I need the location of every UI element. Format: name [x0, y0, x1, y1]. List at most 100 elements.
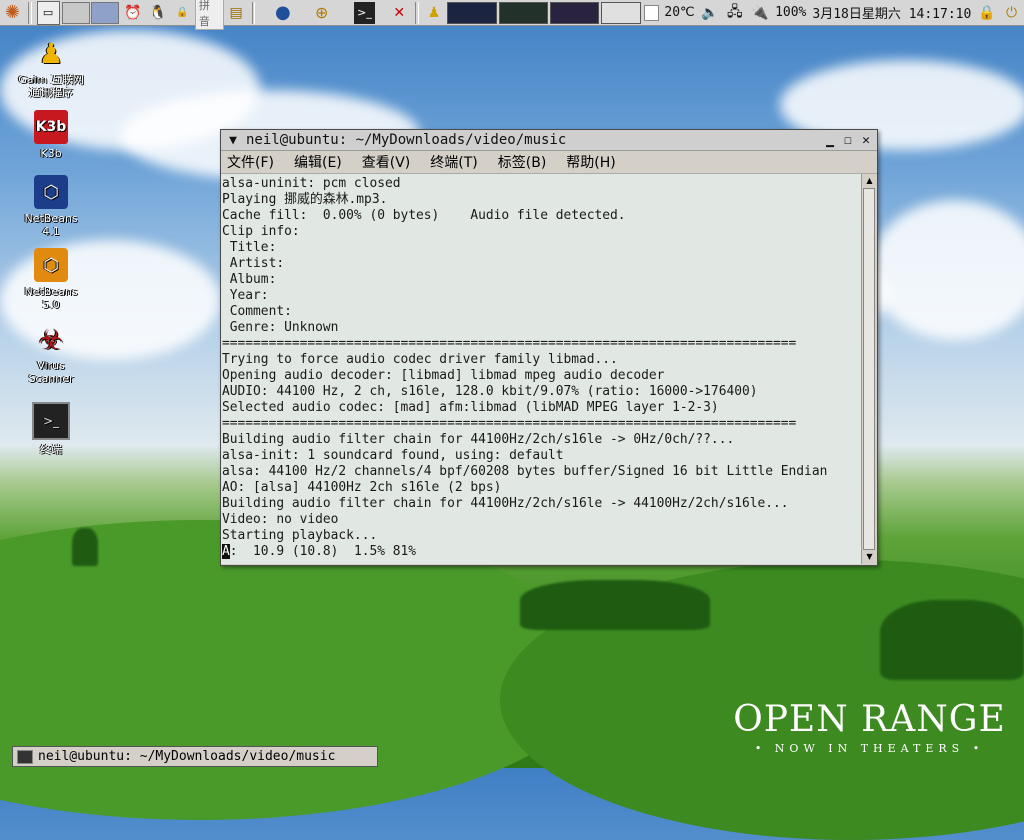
top-panel: ✺ ▭ ⏰ 🐧 🔒 拼音 ▤ ● ⊕ >_ ✕ ♟ 20℃ 🔈 🖧 🔌 100%…	[0, 0, 1024, 30]
terminal-line: AUDIO: 44100 Hz, 2 ch, s16le, 128.0 kbit…	[222, 384, 758, 399]
desktop-icon-label: Gaim 互联网 通讯程序	[18, 73, 84, 99]
maximize-icon[interactable]: ☐	[839, 132, 857, 148]
terminal-line: ========================================…	[222, 336, 797, 351]
clock[interactable]: 3月18日星期六 14:17:10	[809, 3, 974, 22]
power-plug-icon[interactable]: 🔌	[749, 2, 770, 24]
close-icon[interactable]: ✕	[857, 132, 875, 148]
scroll-thumb[interactable]	[863, 188, 875, 550]
terminal-launcher-icon[interactable]: >_	[354, 1, 375, 24]
terminal-line: Playing 挪威的森林.mp3.	[222, 192, 388, 207]
terminal-line: ========================================…	[222, 416, 797, 431]
playback-status-text: : 10.9 (10.8) 1.5% 81%	[229, 544, 417, 559]
show-desktop-icon[interactable]: ▭	[36, 0, 60, 25]
gaim-icon: ♟	[38, 36, 64, 70]
terminal-line: Clip info:	[222, 224, 300, 239]
menu-view[interactable]: 查看(V)	[362, 152, 411, 172]
terminal-line: alsa-init: 1 soundcard found, using: def…	[222, 448, 564, 463]
window-titlebar[interactable]: ▼ neil@ubuntu: ~/MyDownloads/video/music…	[221, 130, 877, 151]
menu-file[interactable]: 文件(F)	[227, 152, 274, 172]
menu-bar: 文件(F) 编辑(E) 查看(V) 终端(T) 标签(B) 帮助(H)	[221, 151, 877, 174]
promo-subtitle: • NOW IN THEATERS •	[754, 742, 985, 755]
desktop-icon-netbeans-4[interactable]: ⬡ NetBeans 4.1	[16, 175, 86, 238]
text-cursor: A	[222, 544, 230, 559]
terminal-line: Trying to force audio codec driver famil…	[222, 352, 618, 367]
hide-window-icon[interactable]: ✕	[389, 2, 410, 24]
load-monitor	[601, 1, 642, 24]
terminal-line: Opening audio decoder: [libmad] libmad m…	[222, 368, 665, 383]
terminal-line: Year:	[222, 288, 269, 303]
desktop-icon-netbeans-5[interactable]: ⬡ NetBeans 5.0	[16, 248, 86, 311]
wallpaper-promo: OPEN RANGE • NOW IN THEATERS •	[732, 699, 1007, 756]
cpu-monitor	[447, 1, 497, 24]
desktop-icon-label: NetBeans 4.1	[24, 212, 78, 238]
desktop-icon-gaim[interactable]: ♟ Gaim 互联网 通讯程序	[16, 36, 86, 99]
terminal-line: Video: no video	[222, 512, 339, 527]
terminal-window[interactable]: ▼ neil@ubuntu: ~/MyDownloads/video/music…	[220, 129, 878, 566]
volume-icon[interactable]: 🔈	[700, 2, 721, 24]
weather-icon[interactable]	[644, 4, 660, 21]
terminal-line: Comment:	[222, 304, 292, 319]
workspace-2[interactable]	[91, 1, 120, 24]
terminal-lines: alsa-uninit: pcm closed Playing 挪威的森林.mp3…	[221, 174, 861, 560]
terminal-line: Title:	[222, 240, 277, 255]
notes-icon[interactable]: ▤	[226, 2, 247, 24]
desktop-icon-label: K3b	[40, 147, 62, 160]
menu-edit[interactable]: 编辑(E)	[294, 152, 342, 172]
scroll-down-icon[interactable]: ▼	[862, 550, 877, 564]
virus-scanner-icon: ☣	[38, 322, 64, 356]
vertical-scrollbar[interactable]: ▲ ▼	[861, 174, 877, 564]
lock-small-icon: 🔒	[176, 7, 189, 18]
netbeans-icon: ⬡	[34, 248, 68, 282]
network-icon[interactable]: 🖧	[724, 2, 745, 24]
terminal-line: AO: [alsa] 44100Hz 2ch s16le (2 bps)	[222, 480, 502, 495]
taskbar-window-button[interactable]: neil@ubuntu: ~/MyDownloads/video/music	[12, 746, 378, 767]
panel-separator	[251, 1, 256, 24]
promo-title: OPEN RANGE	[733, 699, 1006, 740]
ubuntu-menu-icon[interactable]: ✺	[2, 2, 23, 24]
desktop-icon-k3b[interactable]: K3b K3b	[16, 110, 86, 160]
network-monitor	[549, 1, 600, 24]
menu-terminal[interactable]: 终端(T)	[430, 152, 477, 172]
terminal-line: Selected audio codec: [mad] afm:libmad (…	[222, 400, 719, 415]
compass-icon[interactable]: ⊕	[311, 2, 332, 24]
terminal-line: Building audio filter chain for 44100Hz/…	[222, 432, 735, 447]
desktop-icon-label: 终端	[40, 443, 62, 456]
penguin-icon[interactable]: 🐧	[147, 2, 168, 24]
k3b-icon: K3b	[34, 110, 68, 144]
alarm-clock-icon[interactable]: ⏰	[122, 2, 143, 24]
terminal-line: Artist:	[222, 256, 285, 271]
workspace-1[interactable]	[61, 1, 90, 24]
terminal-line: Album:	[222, 272, 277, 287]
desktop-icon-virus-scanner[interactable]: ☣ Virus Scanner	[16, 322, 86, 385]
terminal-line: Cache fill: 0.00% (0 bytes) Audio file d…	[222, 208, 626, 223]
terminal-output[interactable]: alsa-uninit: pcm closed Playing 挪威的森林.mp3…	[221, 174, 861, 564]
logout-icon[interactable]: ⏻	[1001, 2, 1022, 24]
playback-status-line: A: 10.9 (10.8) 1.5% 81%	[222, 544, 861, 560]
window-menu-icon[interactable]: ▼	[224, 132, 242, 148]
minimize-icon[interactable]: ▁	[821, 132, 839, 148]
desktop-icon-label: Virus Scanner	[28, 359, 74, 385]
desktop-icon-label: NetBeans 5.0	[24, 285, 78, 311]
terminal-line: Starting playback...	[222, 528, 378, 543]
terminal-small-icon	[17, 749, 33, 764]
lock-screen-icon[interactable]: 🔒	[976, 2, 997, 24]
memory-monitor	[498, 1, 548, 24]
panel-separator	[414, 1, 419, 24]
terminal-line: alsa-uninit: pcm closed	[222, 176, 401, 191]
menu-tabs[interactable]: 标签(B)	[498, 152, 547, 172]
terminal-line: alsa: 44100 Hz/2 channels/4 bpf/60208 by…	[222, 464, 828, 479]
panel-separator	[27, 1, 32, 24]
web-browser-icon[interactable]: ●	[272, 2, 293, 24]
input-method-indicator[interactable]: 拼音	[194, 0, 224, 30]
menu-help[interactable]: 帮助(H)	[566, 152, 615, 172]
taskbar-window-title: neil@ubuntu: ~/MyDownloads/video/music	[38, 749, 336, 764]
terminal-line: Building audio filter chain for 44100Hz/…	[222, 496, 789, 511]
desktop-icon-terminal[interactable]: >_ 终端	[16, 402, 86, 456]
scroll-up-icon[interactable]: ▲	[862, 174, 877, 188]
terminal-line: Genre: Unknown	[222, 320, 339, 335]
gaim-buddy-icon[interactable]: ♟	[424, 2, 445, 24]
temperature: 20℃	[664, 5, 695, 20]
window-title: neil@ubuntu: ~/MyDownloads/video/music	[246, 132, 567, 148]
battery-level: 100%	[775, 5, 807, 20]
netbeans-icon: ⬡	[34, 175, 68, 209]
